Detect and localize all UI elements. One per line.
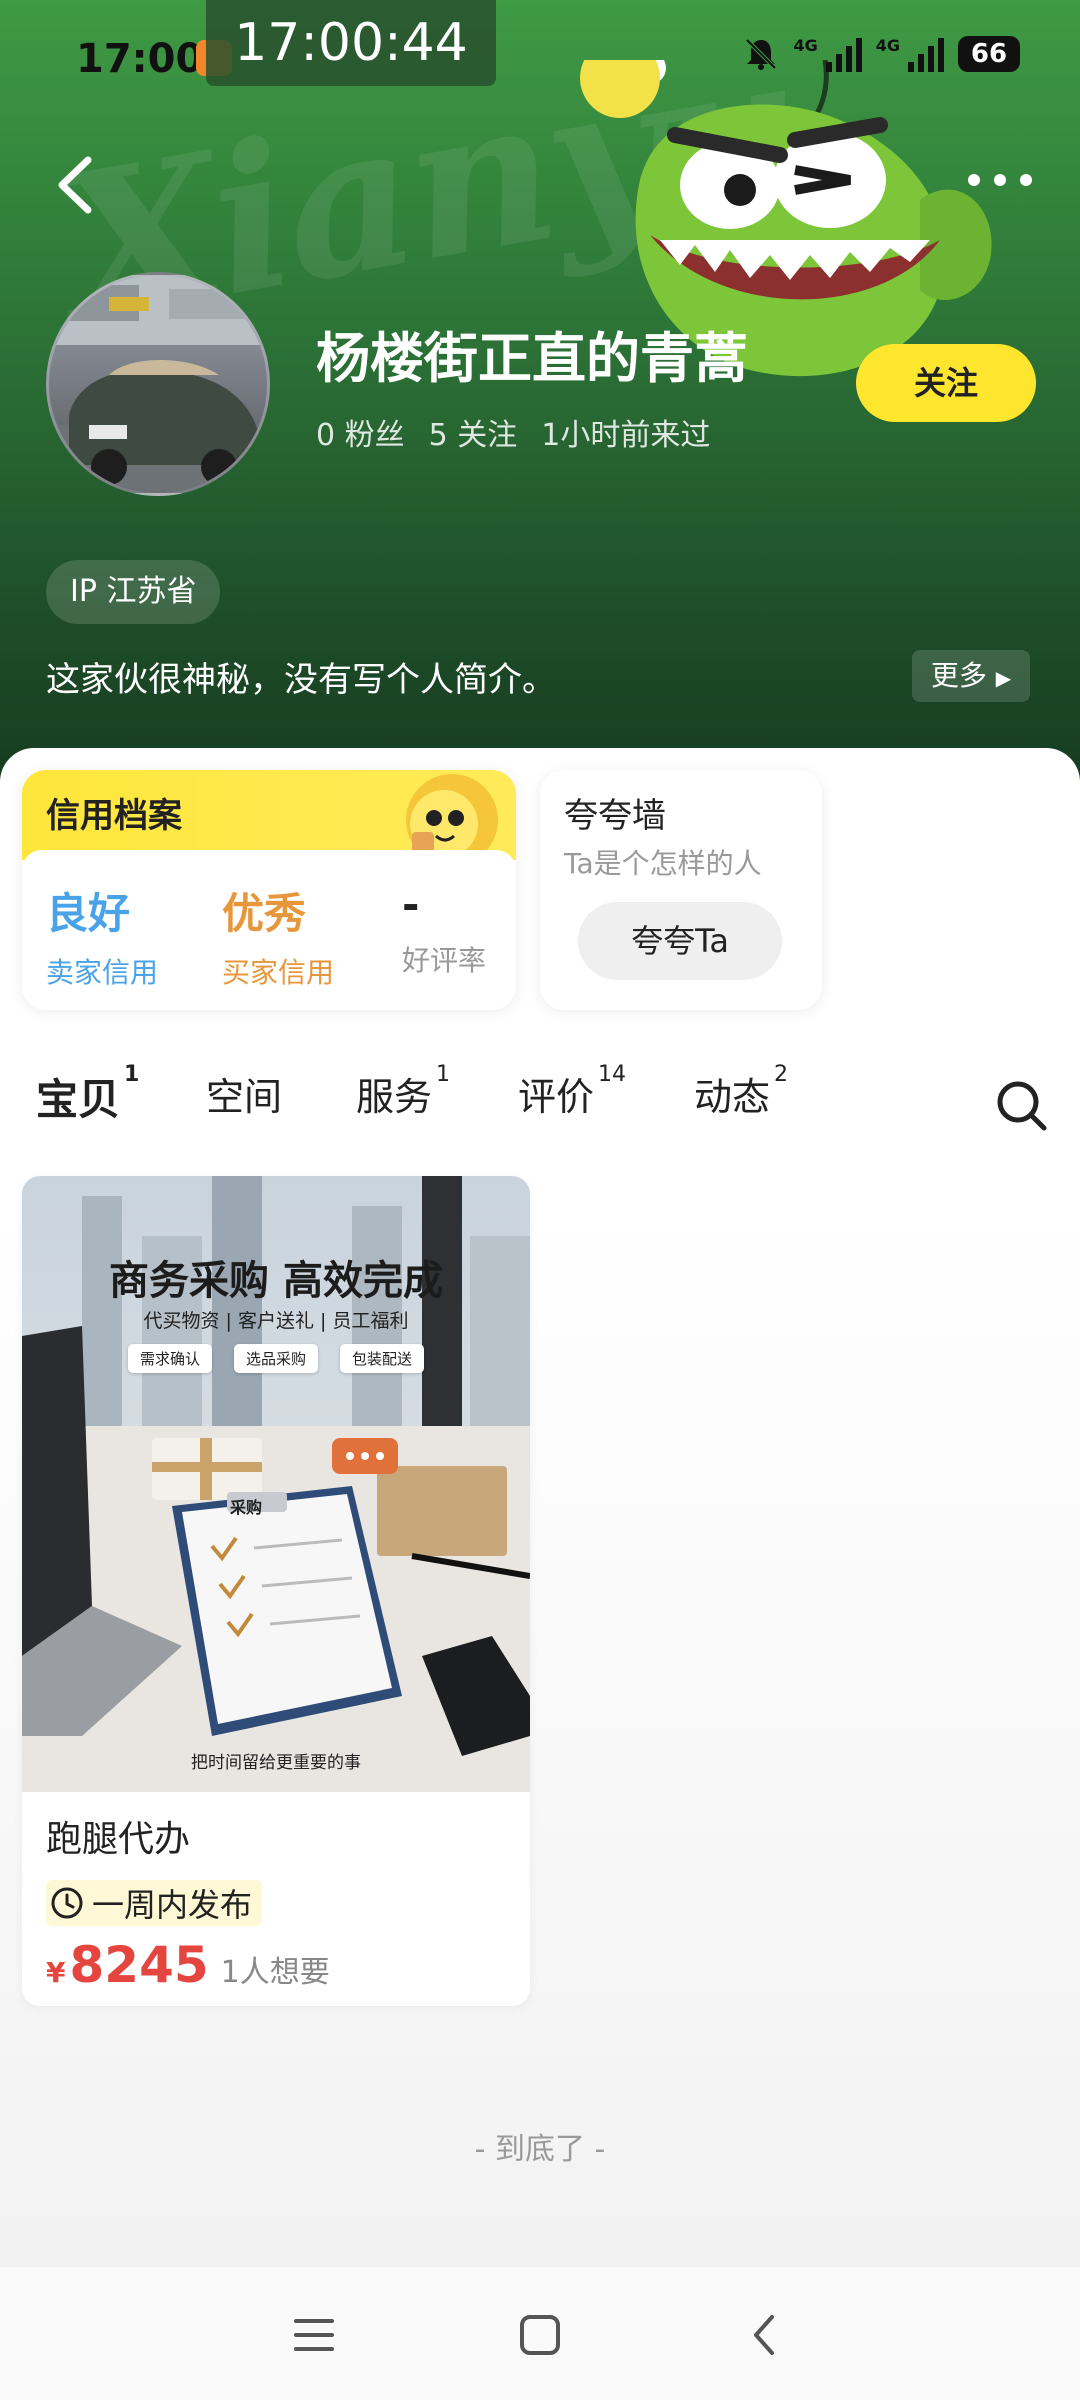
tab-services[interactable]: 服务1 (356, 1062, 450, 1121)
product-image[interactable]: 商务采购 高效完成 代买物资 | 客户送礼 | 员工福利 需求确认 选品采购 包… (22, 1176, 530, 1792)
tab-space-label: 空间 (206, 1075, 283, 1119)
credit-card-header: 信用档案 (22, 770, 516, 866)
tab-services-label: 服务 (356, 1075, 433, 1119)
image-tag: 选品采购 (233, 1344, 318, 1373)
tab-reviews-label: 评价 (518, 1075, 595, 1119)
image-footer: 把时间留给更重要的事 (191, 1753, 361, 1773)
system-back-icon[interactable] (736, 2305, 796, 2365)
bio-more-label: 更多 (930, 659, 987, 692)
price-row: ¥ 8245 1人想要 (46, 1936, 330, 1994)
tab-items-count: 1 (124, 1062, 140, 1087)
network-type-1: 4G (793, 36, 818, 55)
product-price: 8245 (69, 1936, 209, 1994)
profile-stats: 0 粉丝 5 关注 1小时前来过 (316, 410, 710, 454)
home-square-icon[interactable] (510, 2305, 570, 2365)
last-seen: 1小时前来过 (541, 418, 711, 453)
play-triangle-icon: ▶ (995, 666, 1012, 690)
image-subline: 代买物资 | 客户送礼 | 员工福利 (143, 1310, 409, 1332)
status-time: 17:00 (76, 36, 204, 82)
positive-rate: - 好评率 (402, 880, 486, 979)
tab-items[interactable]: 宝贝1 (36, 1062, 139, 1127)
signal-icon-2 (908, 36, 944, 72)
publish-time-badge: 一周内发布 (46, 1880, 263, 1926)
avatar-car-photo (49, 275, 267, 493)
buyer-credit-value: 优秀 (222, 889, 307, 938)
tab-reviews-count: 14 (598, 1062, 627, 1087)
praise-button[interactable]: 夸夸Ta (578, 902, 782, 980)
clipboard-label: 采购 (230, 1498, 263, 1517)
tab-activity-label: 动态 (694, 1075, 771, 1119)
credit-profile-card[interactable]: 信用档案 良好 卖家信用 优秀 买家信用 - 好评率 (22, 770, 516, 1010)
positive-rate-value: - (402, 880, 420, 929)
user-avatar[interactable] (46, 272, 270, 496)
search-icon[interactable] (994, 1078, 1050, 1134)
status-icons: 4G 4G 66 (743, 36, 1020, 72)
product-title: 跑腿代办 (46, 1819, 191, 1860)
currency-symbol: ¥ (46, 1956, 66, 1989)
clock-icon (51, 1887, 83, 1919)
tab-reviews[interactable]: 评价14 (518, 1062, 626, 1121)
seller-credit-value: 良好 (46, 889, 131, 938)
tab-activity[interactable]: 动态2 (694, 1062, 788, 1121)
profile-content: 信用档案 良好 卖家信用 优秀 买家信用 - 好评率 夸夸墙 Ta是个怎样的人 … (0, 748, 1080, 2270)
buyer-credit: 优秀 买家信用 (222, 880, 334, 991)
tab-activity-count: 2 (774, 1062, 789, 1087)
more-options-icon[interactable] (960, 160, 1040, 200)
following-count[interactable]: 5 关注 (429, 410, 518, 454)
tab-space[interactable]: 空间 (206, 1066, 282, 1121)
status-bar: 17:00 17:00:44 4G 4G 66 (0, 0, 1080, 110)
credit-card-body: 良好 卖家信用 优秀 买家信用 - 好评率 (22, 850, 516, 1010)
praise-wall-card[interactable]: 夸夸墙 Ta是个怎样的人 夸夸Ta (540, 770, 822, 1010)
mute-bell-icon (746, 38, 777, 70)
praise-wall-title: 夸夸墙 (564, 796, 666, 836)
ip-location-chip: IP 江苏省 (46, 560, 221, 624)
signal-icon-1 (825, 36, 862, 72)
publish-time-text: 一周内发布 (92, 1886, 253, 1924)
product-card[interactable]: 商务采购 高效完成 代买物资 | 客户送礼 | 员工福利 需求确认 选品采购 包… (22, 1176, 530, 2006)
image-tags: 需求确认 选品采购 包装配送 (22, 1344, 530, 1373)
image-tag: 需求确认 (127, 1344, 212, 1373)
seller-credit-label: 卖家信用 (46, 956, 159, 989)
praise-wall-subtitle: Ta是个怎样的人 (564, 847, 762, 880)
seller-credit: 良好 卖家信用 (46, 880, 158, 991)
wants-count: 1人想要 (220, 1955, 330, 1990)
battery-indicator: 66 (958, 36, 1020, 72)
back-arrow-icon[interactable] (48, 150, 108, 220)
image-headline: 商务采购 高效完成 (109, 1258, 443, 1304)
fans-count[interactable]: 0 粉丝 (316, 410, 405, 454)
buyer-credit-label: 买家信用 (222, 956, 335, 989)
end-of-list-text: - 到底了 - (474, 2132, 606, 2167)
system-nav-bar (0, 2266, 1080, 2400)
profile-header: Xianyu 17:00 17:00:44 4G 4G 66 杨楼街正直的青蒿 … (0, 0, 1080, 800)
tab-items-label: 宝贝 (36, 1075, 121, 1124)
menu-icon[interactable] (284, 2305, 344, 2365)
credit-card-title: 信用档案 (46, 796, 182, 836)
bio-more-button[interactable]: 更多 ▶ (912, 650, 1030, 702)
user-bio: 这家伙很神秘，没有写个人简介。 (46, 660, 556, 700)
screen-record-clock: 17:00:44 (206, 0, 496, 86)
follow-button[interactable]: 关注 (856, 344, 1036, 422)
network-type-2: 4G (875, 36, 900, 55)
tab-services-count: 1 (436, 1062, 451, 1087)
image-tag: 包装配送 (340, 1344, 425, 1373)
positive-rate-label: 好评率 (402, 944, 487, 977)
username: 杨楼街正直的青蒿 (316, 327, 748, 390)
